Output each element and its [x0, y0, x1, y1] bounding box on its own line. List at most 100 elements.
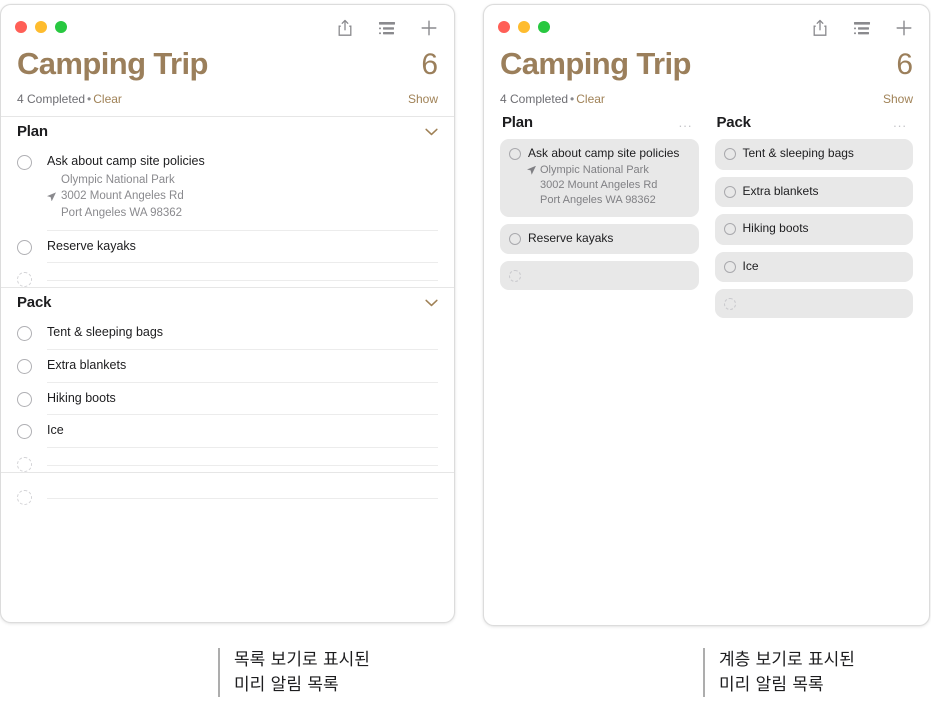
- complete-checkbox[interactable]: [17, 326, 32, 342]
- complete-checkbox[interactable]: [17, 239, 32, 255]
- new-reminder-checkbox[interactable]: [509, 270, 521, 283]
- share-icon[interactable]: [334, 17, 356, 39]
- complete-checkbox[interactable]: [17, 358, 32, 374]
- complete-checkbox[interactable]: [723, 223, 736, 236]
- new-reminder-checkbox[interactable]: [17, 489, 32, 505]
- checkbox-wrap[interactable]: [17, 383, 47, 407]
- titlebar-column-view: [484, 5, 929, 47]
- card-content: Hiking boots: [743, 221, 905, 237]
- close-button[interactable]: [15, 21, 27, 33]
- new-reminder-input[interactable]: [47, 481, 438, 499]
- group-header-pack[interactable]: Pack: [1, 287, 454, 317]
- checkbox-wrap[interactable]: [17, 481, 47, 505]
- column-menu-icon[interactable]: ...: [893, 116, 907, 129]
- complete-checkbox[interactable]: [17, 155, 32, 171]
- table-row-new[interactable]: [1, 263, 454, 288]
- reminders-window-column-view[interactable]: Camping Trip 6 4 Completed • Clear Show Pl…: [483, 4, 930, 626]
- show-completed-button[interactable]: Show: [408, 92, 438, 106]
- view-options-icon[interactable]: [851, 17, 873, 39]
- reminders-window-list-view[interactable]: Camping Trip 6 4 Completed • Clear Show Pl…: [0, 4, 455, 623]
- meta-row: 4 Completed • Clear Show: [17, 92, 438, 106]
- list-item-new[interactable]: [500, 261, 699, 291]
- table-row-new[interactable]: [1, 448, 454, 472]
- checkbox-wrap[interactable]: [17, 146, 47, 171]
- checkbox-wrap[interactable]: [17, 231, 47, 255]
- zoom-button[interactable]: [55, 21, 67, 33]
- chevron-down-icon[interactable]: [425, 128, 438, 136]
- add-reminder-icon[interactable]: [418, 17, 440, 39]
- add-reminder-icon[interactable]: [893, 17, 915, 39]
- checkbox-wrap[interactable]: [17, 350, 47, 374]
- page-title: Camping Trip: [500, 46, 691, 81]
- checkbox-wrap[interactable]: [723, 146, 743, 161]
- column-pack: Pack ... Tent & sleeping bags Extra blan…: [714, 112, 913, 325]
- new-reminder-checkbox[interactable]: [17, 272, 32, 288]
- share-icon[interactable]: [809, 17, 831, 39]
- complete-checkbox[interactable]: [17, 424, 32, 440]
- minimize-button[interactable]: [35, 21, 47, 33]
- list-item[interactable]: Tent & sleeping bags: [714, 139, 913, 170]
- table-row[interactable]: Hiking boots: [1, 383, 454, 416]
- minimize-button[interactable]: [518, 21, 530, 33]
- checkbox-wrap[interactable]: [509, 231, 528, 245]
- column-title: Pack: [716, 114, 751, 132]
- toolbar: [809, 17, 915, 39]
- column-menu-icon[interactable]: ...: [679, 116, 693, 129]
- checkbox-wrap[interactable]: [17, 317, 47, 342]
- checkbox-wrap[interactable]: [17, 263, 47, 288]
- reminder-title: Reserve kayaks: [47, 238, 136, 253]
- title-row: Camping Trip 6: [17, 46, 438, 81]
- list-item[interactable]: Ice: [714, 251, 913, 283]
- clear-button[interactable]: Clear: [576, 92, 605, 106]
- table-row-new-bottom[interactable]: [1, 473, 454, 505]
- reminder-title: Tent & sleeping bags: [47, 325, 164, 340]
- card-content: Reserve kayaks: [528, 231, 690, 247]
- traffic-lights: [498, 21, 550, 33]
- complete-checkbox[interactable]: [723, 148, 736, 161]
- table-row[interactable]: Ice: [1, 415, 454, 448]
- list-item[interactable]: Extra blankets: [714, 176, 913, 208]
- location-street: 3002 Mount Angeles Rd: [47, 188, 438, 205]
- table-row[interactable]: Ask about camp site policies Olympic Nat…: [1, 146, 454, 231]
- location-name: Olympic National Park: [528, 163, 690, 178]
- checkbox-wrap[interactable]: [723, 296, 743, 311]
- view-options-icon[interactable]: [376, 17, 398, 39]
- zoom-button[interactable]: [538, 21, 550, 33]
- new-reminder-input[interactable]: [47, 448, 438, 466]
- list-item[interactable]: Hiking boots: [714, 214, 913, 245]
- chevron-down-icon[interactable]: [425, 299, 438, 307]
- column-plan: Plan ... Ask about camp site policies Ol…: [500, 112, 699, 325]
- checkbox-wrap[interactable]: [17, 448, 47, 472]
- checkbox-wrap[interactable]: [723, 184, 743, 198]
- show-completed-button[interactable]: Show: [883, 92, 913, 106]
- new-reminder-checkbox[interactable]: [17, 456, 32, 472]
- checkbox-wrap[interactable]: [723, 221, 743, 236]
- list-item[interactable]: Reserve kayaks: [500, 223, 699, 255]
- new-reminder-input[interactable]: [47, 263, 438, 282]
- list-item-new[interactable]: [714, 289, 913, 319]
- list-item[interactable]: Ask about camp site policies Olympic Nat…: [500, 139, 699, 217]
- complete-checkbox[interactable]: [509, 232, 521, 245]
- table-row[interactable]: Reserve kayaks: [1, 231, 454, 264]
- table-row[interactable]: Tent & sleeping bags: [1, 317, 454, 350]
- reminder-count: 6: [421, 48, 438, 81]
- location-name: Olympic National Park: [61, 173, 175, 186]
- row-content: Hiking boots: [47, 383, 438, 416]
- checkbox-wrap[interactable]: [509, 146, 528, 161]
- group-header-plan[interactable]: Plan: [1, 116, 454, 146]
- reminder-title: Extra blankets: [742, 183, 819, 198]
- checkbox-wrap[interactable]: [17, 415, 47, 440]
- group-title: Pack: [17, 294, 52, 312]
- close-button[interactable]: [498, 21, 510, 33]
- clear-button[interactable]: Clear: [93, 92, 122, 106]
- page-title: Camping Trip: [17, 46, 208, 81]
- table-row[interactable]: Extra blankets: [1, 350, 454, 383]
- checkbox-wrap[interactable]: [509, 268, 528, 283]
- complete-checkbox[interactable]: [723, 185, 736, 198]
- complete-checkbox[interactable]: [17, 391, 32, 407]
- new-reminder-checkbox[interactable]: [723, 298, 736, 311]
- columns-container: Plan ... Ask about camp site policies Ol…: [484, 106, 929, 325]
- complete-checkbox[interactable]: [723, 260, 736, 273]
- complete-checkbox[interactable]: [509, 148, 521, 161]
- checkbox-wrap[interactable]: [723, 259, 743, 273]
